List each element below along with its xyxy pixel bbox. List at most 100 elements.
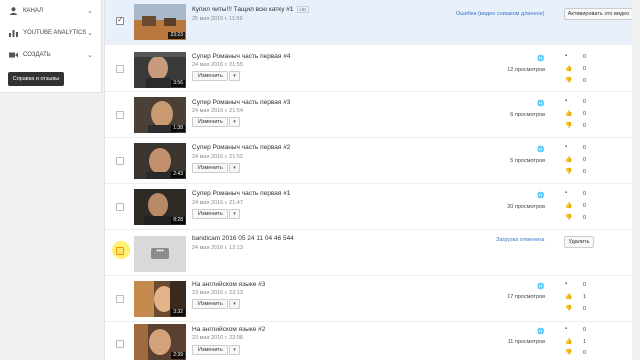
- video-date: 25 мая 2016 г. 11:59: [192, 16, 243, 22]
- video-thumbnail[interactable]: 3:56: [134, 52, 186, 88]
- like-count: 0: [583, 157, 587, 163]
- video-date: 23 мая 2016 г. 22:08: [192, 335, 243, 341]
- thumbs-up-icon: 👍: [565, 66, 573, 72]
- video-duration: 23:23: [168, 32, 185, 39]
- thumbs-up-icon: 👍: [565, 294, 573, 300]
- video-thumbnail[interactable]: 23:23: [134, 4, 186, 40]
- row-checkbox[interactable]: [116, 15, 124, 25]
- video-row: 1:38 Супер Романыч часть первая #3 24 ма…: [105, 93, 633, 138]
- row-checkbox[interactable]: [116, 340, 124, 348]
- edit-button[interactable]: Изменить: [192, 71, 228, 81]
- comment-icon: ▪: [565, 53, 568, 59]
- sidebar-item-label: Создать: [23, 52, 51, 58]
- edit-button[interactable]: Изменить: [192, 345, 228, 355]
- comment-icon: ▪: [565, 144, 568, 150]
- more-icon: •••: [151, 248, 169, 259]
- row-checkbox[interactable]: [116, 157, 124, 165]
- dislike-count: 0: [583, 78, 587, 84]
- sidebar-item-channel[interactable]: Канал ⌄: [0, 0, 101, 22]
- sidebar-item-label: Канал: [23, 8, 43, 14]
- thumbs-down-icon: 👎: [565, 306, 573, 312]
- edit-button[interactable]: Изменить: [192, 163, 228, 173]
- video-title[interactable]: На английском языке #2: [192, 326, 265, 333]
- video-title[interactable]: Супер Романыч часть первая #4: [192, 53, 290, 60]
- globe-icon: 🌐: [537, 56, 545, 62]
- video-row: 3:32 На английском языке #3 23 мая 2016 …: [105, 277, 633, 322]
- view-count[interactable]: 11 просмотров: [485, 339, 545, 345]
- view-count[interactable]: 20 просмотров: [485, 204, 545, 210]
- video-duration: 1:38: [171, 125, 185, 132]
- video-duration: 8:28: [171, 217, 185, 224]
- video-camera-icon: [9, 51, 18, 59]
- row-checkbox[interactable]: [116, 203, 124, 211]
- video-title[interactable]: Супер Романыч часть первая #2: [192, 144, 290, 151]
- sidebar-menu: Канал ⌄ YouTube Analytics ⌄ Создать ⌄ Сп…: [0, 0, 102, 93]
- edit-dropdown-button[interactable]: ▾: [229, 163, 240, 173]
- video-thumbnail[interactable]: 3:32: [134, 281, 186, 317]
- edit-dropdown-button[interactable]: ▾: [229, 209, 240, 219]
- view-count[interactable]: 5 просмотров: [485, 158, 545, 164]
- view-count[interactable]: 17 просмотров: [485, 294, 545, 300]
- video-date: 24 мая 2016 г. 12:13: [192, 245, 243, 251]
- comment-count: 0: [583, 99, 587, 105]
- comment-count: 0: [583, 327, 587, 333]
- video-duration: 3:56: [171, 80, 185, 87]
- video-date: 24 мая 2016 г. 21:55: [192, 62, 243, 68]
- edit-dropdown-button[interactable]: ▾: [229, 117, 240, 127]
- video-manager: Канал ⌄ YouTube Analytics ⌄ Создать ⌄ Сп…: [0, 0, 640, 360]
- video-row: ••• bandicam 2016 05 24 11 04 46 544 24 …: [105, 231, 633, 276]
- video-title[interactable]: На английском языке #3: [192, 281, 265, 288]
- video-thumbnail[interactable]: 1:38: [134, 97, 186, 133]
- chevron-down-icon: ⌄: [87, 8, 93, 15]
- view-count[interactable]: 6 просмотров: [485, 112, 545, 118]
- edit-dropdown-button[interactable]: ▾: [229, 71, 240, 81]
- row-checkbox[interactable]: [116, 111, 124, 119]
- scrollbar[interactable]: [632, 0, 640, 360]
- comment-count: 0: [583, 54, 587, 60]
- video-title[interactable]: Купил читы!!! Тащил всю катку #1 HD: [192, 6, 309, 13]
- globe-icon: 🌐: [537, 101, 545, 107]
- video-title-text: Купил читы!!! Тащил всю катку #1: [192, 6, 294, 14]
- edit-dropdown-button[interactable]: ▾: [229, 299, 240, 309]
- video-thumbnail[interactable]: 8:28: [134, 189, 186, 225]
- video-date: 23 мая 2016 г. 22:13: [192, 290, 243, 296]
- help-feedback-button[interactable]: Справка и отзывы: [8, 72, 64, 86]
- edit-button[interactable]: Изменить: [192, 209, 228, 219]
- globe-icon: 🌐: [537, 193, 545, 199]
- video-row: 2:39 На английском языке #2 23 мая 2016 …: [105, 322, 633, 360]
- row-checkbox[interactable]: [116, 295, 124, 303]
- thumbs-up-icon: 👍: [565, 111, 573, 117]
- video-thumbnail[interactable]: 2:39: [134, 324, 186, 360]
- error-status-link[interactable]: Ошибка (видео слишком длинное): [456, 11, 545, 17]
- thumbs-down-icon: 👎: [565, 78, 573, 84]
- chevron-down-icon: ⌄: [87, 30, 93, 37]
- video-title[interactable]: Супер Романыч часть первая #1: [192, 190, 290, 197]
- video-thumbnail-placeholder[interactable]: •••: [134, 236, 186, 272]
- video-date: 24 мая 2016 г. 21:52: [192, 154, 243, 160]
- video-title[interactable]: Супер Романыч часть первая #3: [192, 99, 290, 106]
- hd-badge: HD: [296, 6, 309, 13]
- comment-icon: ▪: [565, 190, 568, 196]
- comment-icon: ▪: [565, 326, 568, 332]
- video-thumbnail[interactable]: 2:43: [134, 143, 186, 179]
- dislike-count: 0: [583, 306, 587, 312]
- edit-button[interactable]: Изменить: [192, 117, 228, 127]
- video-title[interactable]: bandicam 2016 05 24 11 04 46 544: [192, 235, 294, 242]
- video-duration: 2:39: [171, 352, 185, 359]
- thumbs-down-icon: 👎: [565, 123, 573, 129]
- like-count: 1: [583, 294, 587, 300]
- upload-cancelled-link[interactable]: Загрузка отменена: [496, 237, 544, 243]
- dislike-count: 0: [583, 215, 587, 221]
- edit-button[interactable]: Изменить: [192, 299, 228, 309]
- video-duration: 2:43: [171, 171, 185, 178]
- sidebar-item-label: YouTube Analytics: [23, 30, 87, 36]
- video-date: 24 мая 2016 г. 21:54: [192, 108, 243, 114]
- row-checkbox[interactable]: [116, 65, 124, 73]
- edit-dropdown-button[interactable]: ▾: [229, 345, 240, 355]
- sidebar-item-create[interactable]: Создать ⌄: [0, 44, 101, 66]
- view-count[interactable]: 12 просмотров: [485, 67, 545, 73]
- activate-video-button[interactable]: Активировать это видео: [564, 8, 633, 20]
- delete-button[interactable]: Удалить: [564, 236, 594, 248]
- video-row: 8:28 Супер Романыч часть первая #1 24 ма…: [105, 185, 633, 230]
- sidebar-item-analytics[interactable]: YouTube Analytics ⌄: [0, 22, 101, 44]
